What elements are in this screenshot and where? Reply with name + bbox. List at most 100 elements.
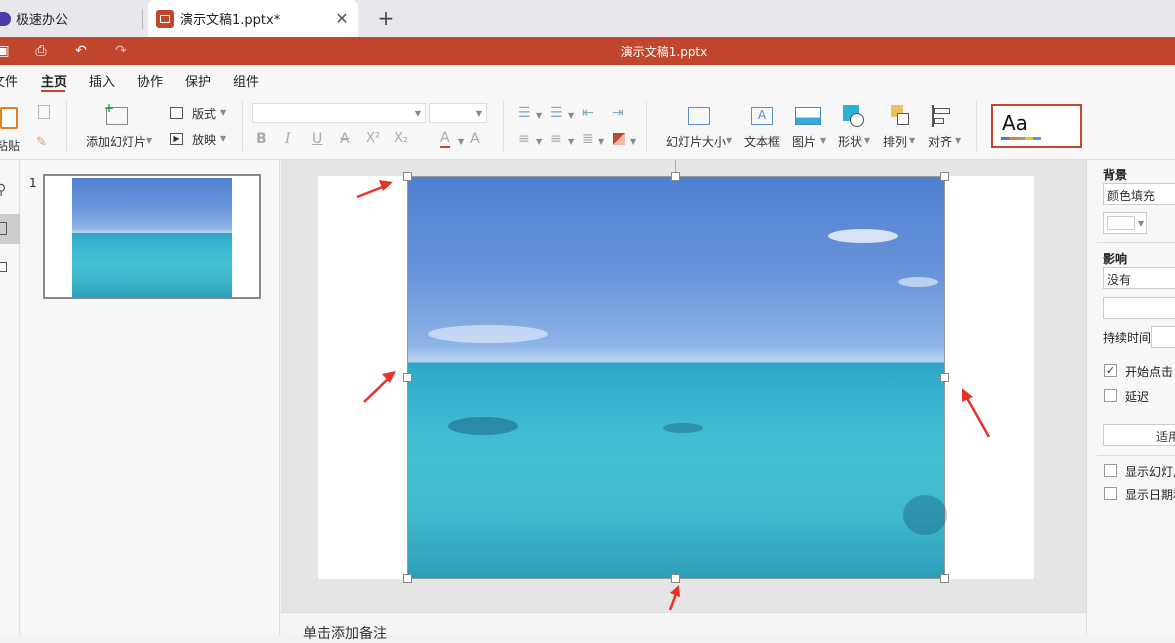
font-family-select[interactable]: ▼ [252,103,426,123]
add-slide-button[interactable]: + 添加幻灯片 ▼ [84,101,156,153]
tab-presentation[interactable]: 演示文稿1.pptx* ✕ [148,0,358,37]
chevron-down-icon: ▼ [820,136,827,145]
numbered-list-icon[interactable]: ☰ [550,105,563,121]
notes-area[interactable]: 单击添加备注 [281,612,1086,642]
menu-collaborate[interactable]: 协作 [137,71,163,90]
duration-input[interactable] [1151,326,1175,348]
picture-label: 图片 [792,135,817,149]
subscript-button[interactable]: X₂ [394,131,408,146]
fill-color-icon[interactable] [613,133,625,145]
panel-divider [1097,242,1175,243]
transition-effect-select[interactable]: 没有 [1103,267,1175,289]
add-slide-label: 添加幻灯片 [86,135,147,149]
slide-editor [281,160,1086,612]
layout-button[interactable]: 版式 ▼ [170,105,232,123]
paste-label: 粘贴 [0,139,21,153]
tab-app-home[interactable]: 极速办公 [0,0,147,37]
apply-label: 适用 [1155,430,1175,444]
show-slide-number-label: 显示幻灯片 [1125,465,1175,479]
slide-thumbnail[interactable] [43,174,261,299]
clear-format-button[interactable]: A [470,131,480,147]
slide-size-label: 幻灯片大小 [666,135,727,149]
start-on-click-checkbox[interactable]: ✓ [1104,364,1117,377]
show-date-label: 显示日期和 [1125,488,1175,502]
active-menu-indicator [41,90,65,92]
chevron-down-icon: ▼ [726,136,733,145]
plus-icon: + [104,101,115,115]
strikethrough-button[interactable]: A [340,131,350,147]
thumbnail-image [72,178,232,297]
format-painter-icon[interactable]: ✎ [36,135,47,150]
paste-button[interactable]: 粘贴 [0,103,24,155]
close-icon[interactable]: ✕ [334,9,350,28]
slide-size-button[interactable]: 幻灯片大小 ▼ [664,103,736,153]
superscript-button[interactable]: X² [366,131,380,146]
ribbon-separator [976,101,977,151]
theme-preview[interactable]: Aa [991,104,1082,148]
picture-button[interactable]: 图片 ▼ [790,103,832,153]
chevron-down-icon: ▼ [955,136,962,145]
align-text-icon[interactable]: ≡ [518,131,530,147]
comment-icon[interactable] [0,262,7,272]
duration-label: 持续时间 [1103,331,1152,345]
shape-label: 形状 [838,135,863,149]
ribbon-separator [646,101,647,151]
arrow-annotation-right [965,397,991,438]
align-label: 对齐 [928,135,953,149]
layout-icon [170,107,183,119]
menu-protect[interactable]: 保护 [185,71,211,90]
tab-label: 演示文稿1.pptx* [180,13,281,28]
align-button[interactable]: 对齐 ▼ [926,103,968,153]
color-swatch [1107,216,1135,230]
search-icon[interactable]: ⚲ [0,182,6,198]
arrow-annotation-bottom [668,593,678,611]
font-color-button[interactable]: A [440,130,450,148]
line-spacing-icon[interactable]: ≣ [582,131,594,147]
menu-file[interactable]: 文件 [0,71,18,90]
play-icon: ▶ [170,133,183,145]
presentation-file-icon [156,9,174,28]
delay-checkbox[interactable] [1104,389,1117,402]
apply-button[interactable]: 适用 [1103,424,1175,446]
bold-button[interactable]: B [256,131,267,147]
play-button[interactable]: ▶ 放映 ▼ [170,131,232,149]
background-label: 背景 [1103,168,1128,182]
vertical-align-icon[interactable]: ≡ [550,131,562,147]
decrease-indent-icon[interactable]: ⇤ [582,105,594,121]
shape-button[interactable]: 形状 ▼ [836,103,876,153]
increase-indent-icon[interactable]: ⇥ [612,105,624,121]
show-slide-number-checkbox[interactable] [1104,464,1117,477]
chevron-down-icon: ▼ [146,136,153,145]
start-on-click-label: 开始点击 [1125,365,1174,379]
theme-color-bar [1001,137,1041,140]
chevron-down-icon: ▼ [568,137,575,146]
slide-number: 1 [29,176,37,190]
show-date-checkbox[interactable] [1104,487,1117,500]
chevron-down-icon: ▼ [536,137,543,146]
font-size-select[interactable]: ▼ [429,103,487,123]
slide-size-icon [688,107,710,125]
background-fill-select[interactable]: 颜色填充 [1103,183,1175,205]
tab-divider [142,9,143,29]
bullet-list-icon[interactable]: ☰ [518,105,531,121]
arrange-button[interactable]: 排列 ▼ [882,103,922,153]
chevron-down-icon: ▼ [458,137,465,146]
underline-button[interactable]: U [312,131,322,147]
italic-button[interactable]: I [285,131,291,147]
copy-icon[interactable] [38,105,50,119]
menu-plugins[interactable]: 组件 [233,71,259,90]
effect-option-select[interactable] [1103,297,1175,319]
menu-insert[interactable]: 插入 [89,71,115,90]
slides-view-button[interactable] [0,214,20,244]
textbox-button[interactable]: A 文本框 [742,103,782,153]
menu-home[interactable]: 主页 [41,71,67,90]
slide-thumbnail-pane: 1 [21,160,280,635]
chevron-down-icon: ▼ [475,109,482,118]
textbox-label: 文本框 [744,135,781,149]
picture-icon [795,107,821,125]
background-color-picker[interactable]: ▼ [1103,212,1147,234]
tab-label: 极速办公 [16,13,69,28]
arrow-annotation-left [363,377,390,403]
document-title: 演示文稿1.pptx [620,45,708,59]
new-tab-plus-icon[interactable]: + [376,6,396,30]
